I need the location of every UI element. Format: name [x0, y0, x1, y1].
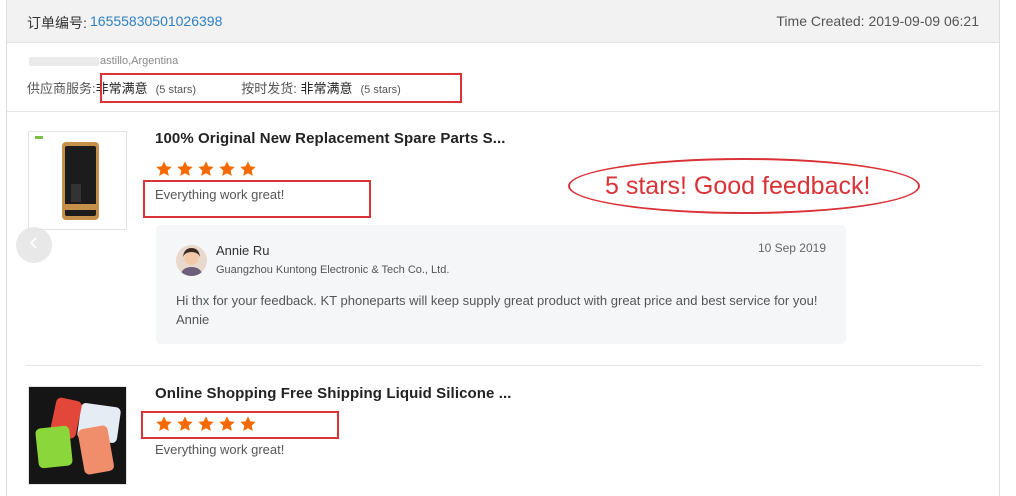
buyer-location: astillo,Argentina [100, 55, 179, 67]
reply-company: Guangzhou Kuntong Electronic & Tech Co.,… [216, 264, 450, 276]
star-icon [218, 160, 236, 178]
seller-reply: Annie Ru Guangzhou Kuntong Electronic & … [156, 225, 846, 344]
order-number-link[interactable]: 16555830501026398 [90, 13, 222, 29]
product-thumbnail[interactable] [28, 131, 127, 230]
divider [25, 365, 981, 366]
divider [7, 111, 999, 112]
time-created: Time Created: 2019-09-09 06:21 [776, 13, 979, 29]
reply-date: 10 Sep 2019 [757, 241, 826, 255]
reply-author: Annie Ru [216, 243, 270, 258]
product-thumbnail[interactable] [28, 386, 127, 485]
star-icon [239, 160, 257, 178]
phone-cases-image [29, 387, 126, 484]
annotation-text: 5 stars! Good feedback! [605, 172, 871, 200]
highlight-box [100, 73, 462, 103]
product-title[interactable]: 100% Original New Replacement Spare Part… [155, 130, 506, 147]
order-number-label: 订单编号: [27, 15, 87, 31]
order-header: 订单编号: 16555830501026398 Time Created: 20… [7, 0, 999, 43]
cut-off-link[interactable] [155, 489, 225, 496]
chevron-left-icon [27, 236, 41, 255]
star-icon [176, 160, 194, 178]
phone-screen-image [35, 136, 99, 220]
product-rating [155, 160, 257, 178]
star-icon [197, 160, 215, 178]
avatar [176, 245, 207, 276]
highlight-box [141, 411, 339, 439]
review-text: Everything work great! [155, 442, 285, 457]
reply-text: Hi thx for your feedback. KT phoneparts … [176, 293, 818, 327]
star-icon [155, 160, 173, 178]
highlight-box [143, 180, 371, 218]
buyer-name-redacted [29, 57, 99, 66]
product-title[interactable]: Online Shopping Free Shipping Liquid Sil… [155, 385, 512, 402]
carousel-prev-button[interactable] [16, 227, 52, 263]
service-label: 供应商服务: [27, 81, 96, 96]
